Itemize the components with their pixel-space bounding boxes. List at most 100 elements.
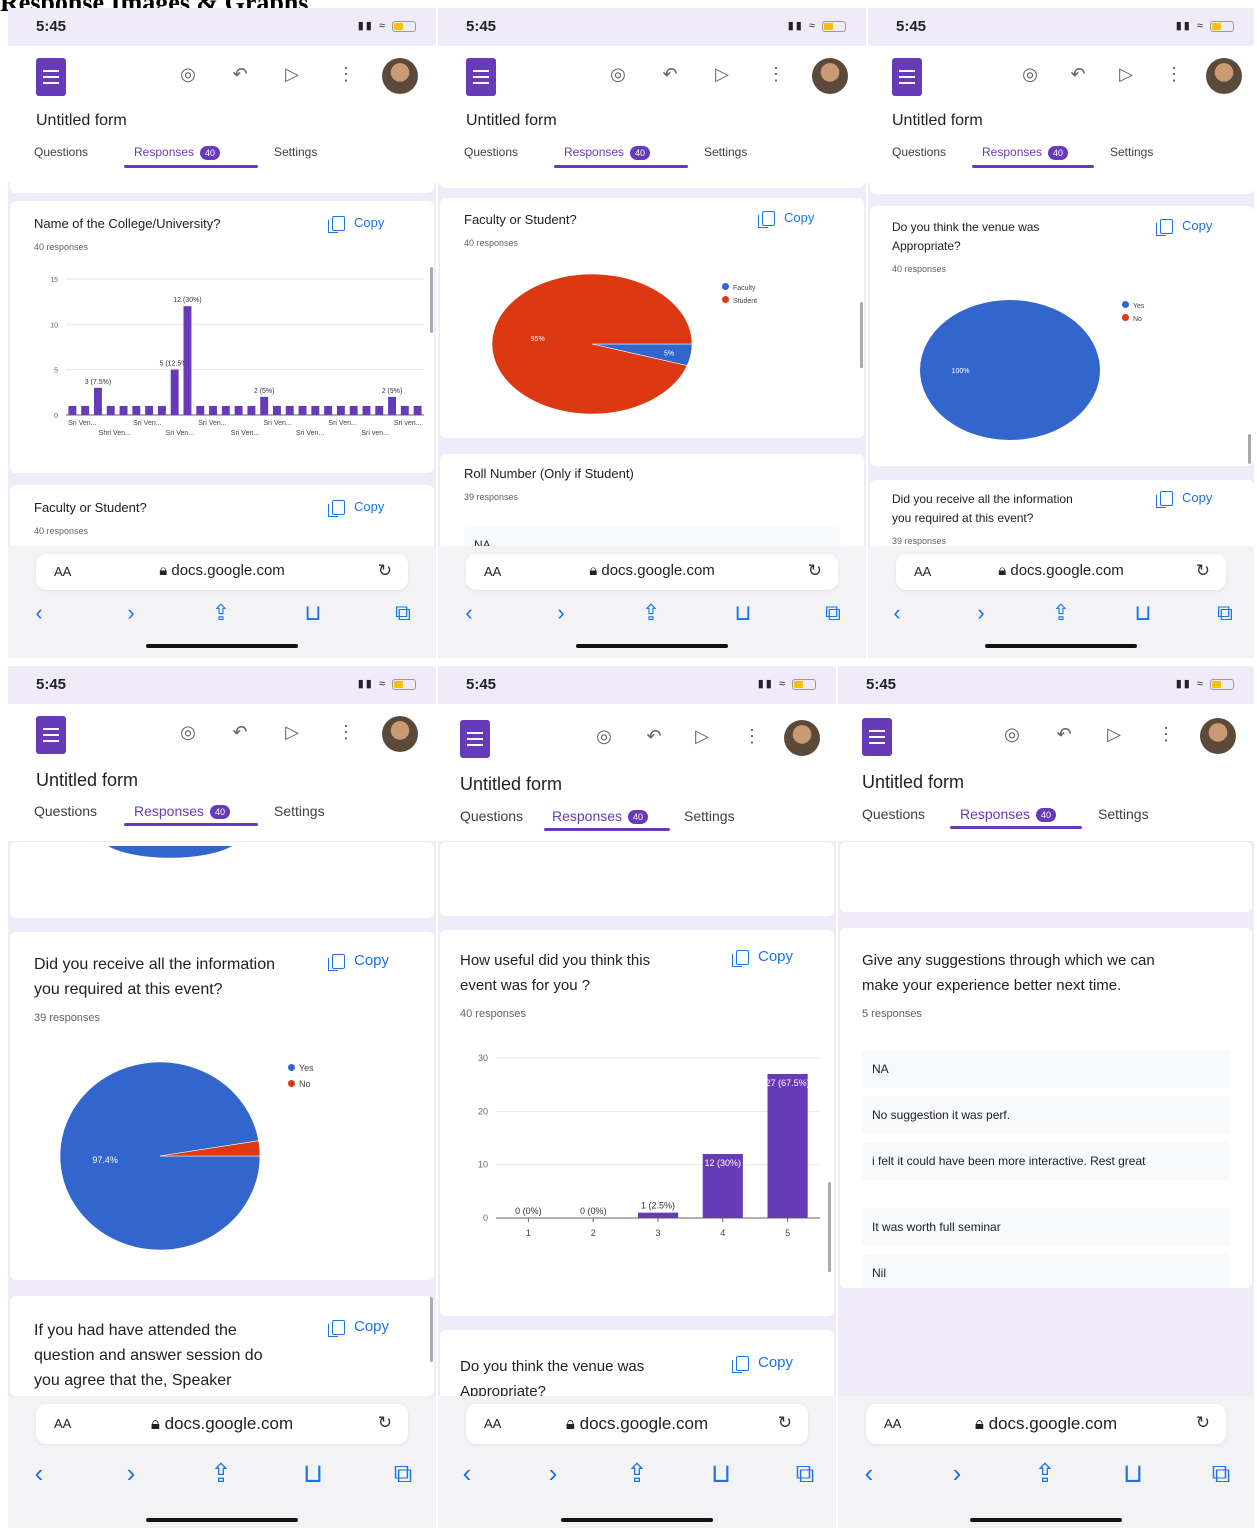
bookmarks-icon[interactable]: ⊔ <box>728 600 758 626</box>
tabs-icon[interactable]: ⧉ <box>790 1458 820 1490</box>
forward-icon[interactable]: › <box>942 1458 972 1489</box>
share-icon[interactable]: ⇪ <box>636 600 666 626</box>
share-icon[interactable]: ⇪ <box>622 1458 652 1489</box>
tab-questions[interactable]: Questions <box>34 803 97 819</box>
scrollbar[interactable] <box>828 1182 831 1272</box>
tab-responses[interactable]: Responses 40 <box>134 803 231 820</box>
tab-questions[interactable]: Questions <box>460 808 523 824</box>
bookmarks-icon[interactable]: ⊔ <box>1128 600 1158 626</box>
send-icon[interactable]: ▷ <box>1114 64 1138 84</box>
bookmarks-icon[interactable]: ⊔ <box>298 600 328 626</box>
send-icon[interactable]: ▷ <box>710 64 734 84</box>
tabs-icon[interactable]: ⧉ <box>1210 600 1240 626</box>
tab-responses[interactable]: Responses 40 <box>134 145 221 160</box>
back-icon[interactable]: ‹ <box>452 1458 482 1489</box>
more-vert-icon[interactable]: ⋮ <box>1162 64 1186 84</box>
scrollbar[interactable] <box>430 1296 433 1362</box>
back-icon[interactable]: ‹ <box>854 1458 884 1489</box>
tab-settings[interactable]: Settings <box>704 145 747 159</box>
avatar[interactable] <box>812 58 848 94</box>
undo-icon[interactable]: ↶ <box>642 726 666 746</box>
tab-responses[interactable]: Responses 40 <box>564 145 651 160</box>
send-icon[interactable]: ▷ <box>280 722 304 742</box>
forward-icon[interactable]: › <box>546 600 576 626</box>
forward-icon[interactable]: › <box>116 1458 146 1489</box>
copy-button[interactable]: Copy <box>328 215 384 234</box>
palette-icon[interactable]: ◎ <box>606 64 630 84</box>
tabs-icon[interactable]: ⧉ <box>1206 1458 1236 1490</box>
avatar[interactable] <box>784 720 820 756</box>
more-vert-icon[interactable]: ⋮ <box>334 722 358 742</box>
avatar[interactable] <box>1206 58 1242 94</box>
scrollbar[interactable] <box>860 302 863 368</box>
more-vert-icon[interactable]: ⋮ <box>1154 724 1178 744</box>
palette-icon[interactable]: ◎ <box>1018 64 1042 84</box>
send-icon[interactable]: ▷ <box>1102 724 1126 744</box>
tabs-icon[interactable]: ⧉ <box>388 1458 418 1490</box>
reload-icon[interactable]: ↻ <box>1196 561 1210 581</box>
copy-button[interactable]: Copy <box>328 952 389 971</box>
share-icon[interactable]: ⇪ <box>1030 1458 1060 1489</box>
copy-button[interactable]: Copy <box>732 1354 793 1373</box>
undo-icon[interactable]: ↶ <box>1052 724 1076 744</box>
palette-icon[interactable]: ◎ <box>176 64 200 84</box>
forms-logo-icon[interactable] <box>892 58 922 96</box>
address-bar[interactable]: AA 🔒︎ docs.google.com ↻ <box>36 554 408 590</box>
tab-questions[interactable]: Questions <box>862 806 925 822</box>
copy-button[interactable]: Copy <box>758 210 814 229</box>
address-bar[interactable]: AA 🔒︎ docs.google.com ↻ <box>866 1404 1226 1444</box>
tab-settings[interactable]: Settings <box>1098 806 1149 822</box>
palette-icon[interactable]: ◎ <box>1000 724 1024 744</box>
scrollbar[interactable] <box>430 267 433 333</box>
reload-icon[interactable]: ↻ <box>378 561 392 581</box>
forms-logo-icon[interactable] <box>862 718 892 756</box>
undo-icon[interactable]: ↶ <box>658 64 682 84</box>
avatar[interactable] <box>382 716 418 752</box>
address-bar[interactable]: AA 🔒︎ docs.google.com ↻ <box>466 1404 808 1444</box>
address-bar[interactable]: AA 🔒︎ docs.google.com ↻ <box>466 554 838 590</box>
copy-button[interactable]: Copy <box>1156 490 1212 509</box>
reload-icon[interactable]: ↻ <box>808 561 822 581</box>
reload-icon[interactable]: ↻ <box>778 1413 792 1433</box>
copy-button[interactable]: Copy <box>1156 218 1212 237</box>
address-bar[interactable]: AA 🔒︎ docs.google.com ↻ <box>36 1404 408 1444</box>
tab-questions[interactable]: Questions <box>34 145 88 159</box>
tab-settings[interactable]: Settings <box>274 803 325 819</box>
tabs-icon[interactable]: ⧉ <box>388 600 418 626</box>
more-vert-icon[interactable]: ⋮ <box>740 726 764 746</box>
share-icon[interactable]: ⇪ <box>206 1458 236 1489</box>
more-vert-icon[interactable]: ⋮ <box>764 64 788 84</box>
forms-logo-icon[interactable] <box>460 720 490 758</box>
back-icon[interactable]: ‹ <box>882 600 912 626</box>
scrollbar[interactable] <box>1248 434 1251 464</box>
bookmarks-icon[interactable]: ⊔ <box>706 1458 736 1489</box>
tab-responses[interactable]: Responses 40 <box>960 806 1057 823</box>
send-icon[interactable]: ▷ <box>280 64 304 84</box>
tab-settings[interactable]: Settings <box>684 808 735 824</box>
forms-logo-icon[interactable] <box>36 716 66 754</box>
forward-icon[interactable]: › <box>538 1458 568 1489</box>
palette-icon[interactable]: ◎ <box>592 726 616 746</box>
share-icon[interactable]: ⇪ <box>206 600 236 626</box>
reload-icon[interactable]: ↻ <box>378 1413 392 1433</box>
copy-button[interactable]: Copy <box>328 499 384 518</box>
forward-icon[interactable]: › <box>116 600 146 626</box>
palette-icon[interactable]: ◎ <box>176 722 200 742</box>
tab-questions[interactable]: Questions <box>892 145 946 159</box>
copy-button[interactable]: Copy <box>328 1318 389 1337</box>
avatar[interactable] <box>382 58 418 94</box>
bookmarks-icon[interactable]: ⊔ <box>1118 1458 1148 1489</box>
forms-logo-icon[interactable] <box>36 58 66 96</box>
copy-button[interactable]: Copy <box>732 948 793 967</box>
tab-responses[interactable]: Responses 40 <box>552 808 649 825</box>
back-icon[interactable]: ‹ <box>24 600 54 626</box>
tabs-icon[interactable]: ⧉ <box>818 600 848 626</box>
undo-icon[interactable]: ↶ <box>228 64 252 84</box>
tab-settings[interactable]: Settings <box>1110 145 1153 159</box>
tab-settings[interactable]: Settings <box>274 145 317 159</box>
back-icon[interactable]: ‹ <box>454 600 484 626</box>
forms-logo-icon[interactable] <box>466 58 496 96</box>
bookmarks-icon[interactable]: ⊔ <box>298 1458 328 1489</box>
tab-responses[interactable]: Responses 40 <box>982 145 1069 160</box>
avatar[interactable] <box>1200 718 1236 754</box>
